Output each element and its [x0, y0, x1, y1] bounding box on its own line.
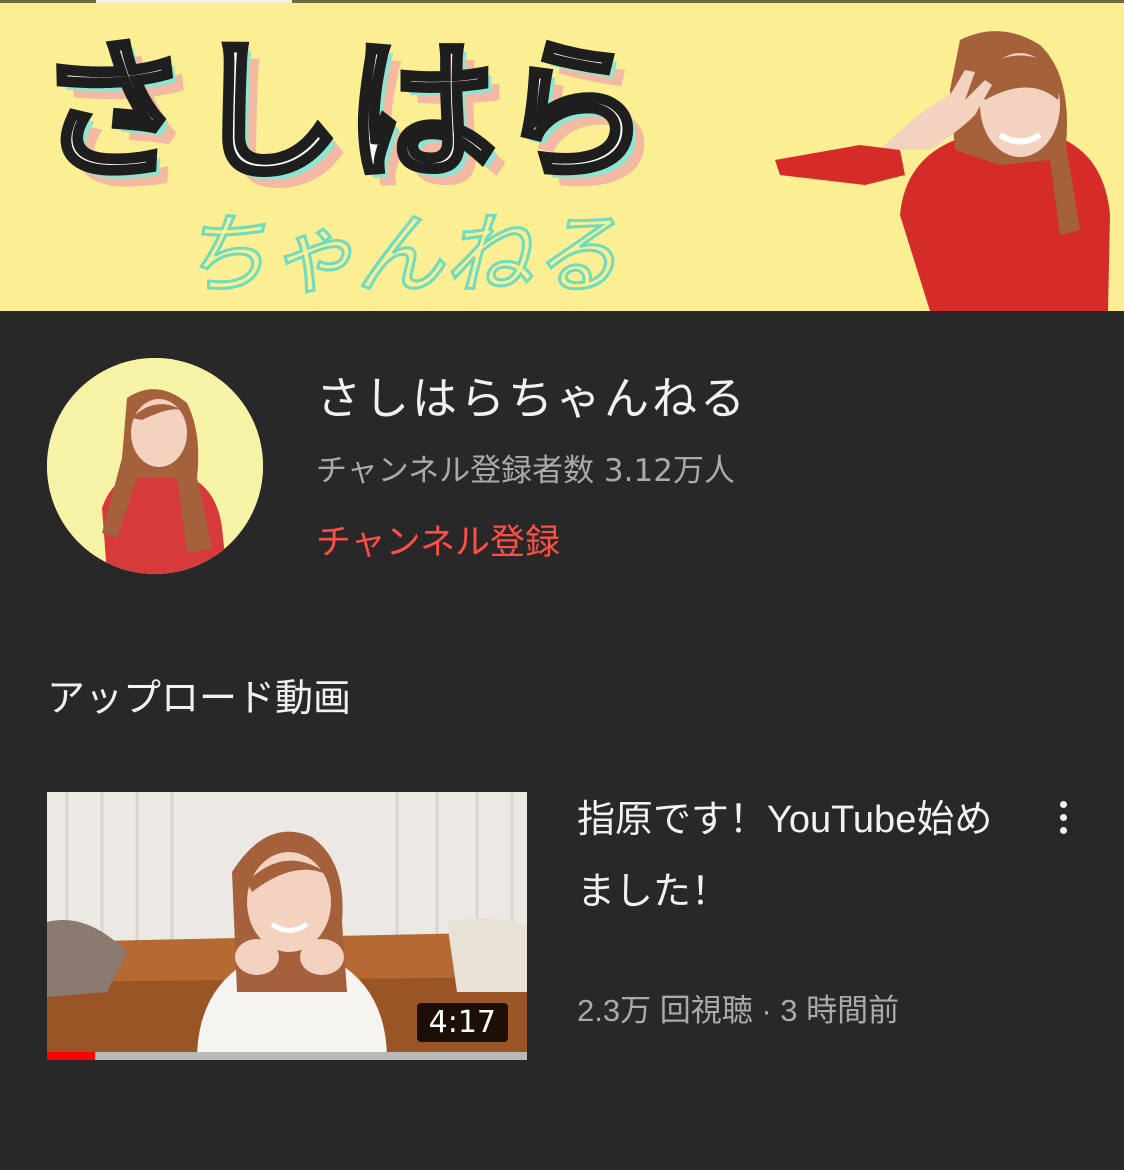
more-dot: [1060, 814, 1067, 821]
watch-progress-fill: [47, 1052, 95, 1060]
video-title[interactable]: 指原です！YouTube始めました！: [577, 784, 997, 928]
svg-text:さしはら: さしはら: [38, 26, 654, 200]
channel-page: さしはら さしはら さしはら ちゃんねる さしはらちゃんねる チャンネル登録者数…: [0, 0, 1124, 1170]
uploads-section-title: アップロード動画: [47, 676, 352, 720]
more-dot: [1060, 827, 1067, 834]
banner-logo: さしはら さしはら さしはら ちゃんねる: [35, 23, 664, 308]
avatar-image: [47, 358, 263, 574]
subscriber-count: チャンネル登録者数 3.12万人: [316, 453, 735, 489]
subscribe-button[interactable]: チャンネル登録: [316, 514, 560, 565]
more-dot: [1060, 801, 1067, 808]
video-thumbnail[interactable]: 4:17: [47, 792, 527, 1060]
video-meta: 2.3万 回視聴 · 3 時間前: [577, 993, 900, 1028]
more-vert-icon[interactable]: [1046, 797, 1082, 837]
banner-person-image: [775, 31, 1110, 311]
channel-name: さしはらちゃんねる: [316, 372, 749, 425]
channel-banner: さしはら さしはら さしはら ちゃんねる: [0, 0, 1124, 311]
channel-avatar[interactable]: [47, 358, 263, 574]
banner-top-line-highlight: [96, 0, 292, 3]
svg-text:ちゃんねる: ちゃんねる: [180, 203, 620, 306]
video-duration: 4:17: [416, 1003, 508, 1042]
banner-artwork: さしはら さしはら さしはら ちゃんねる: [35, 23, 1110, 311]
watch-progress-track: [47, 1052, 527, 1060]
